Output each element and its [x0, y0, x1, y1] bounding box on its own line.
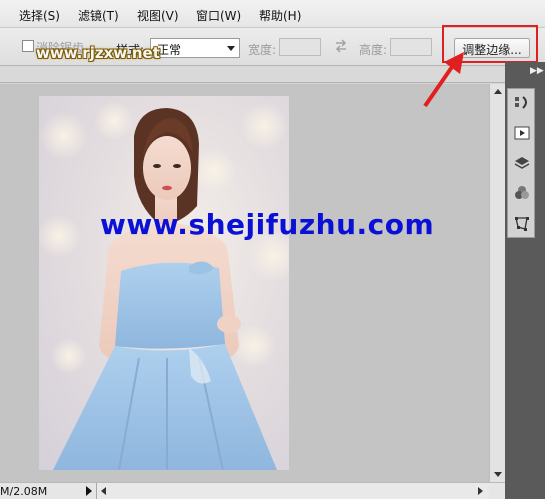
scroll-right-icon[interactable]: [478, 487, 483, 495]
width-field[interactable]: [279, 38, 321, 56]
document-size: M/2.08M: [0, 485, 48, 498]
menu-help[interactable]: 帮助(H): [259, 7, 301, 24]
style-select-value: 正常: [157, 43, 182, 57]
height-label: 高度:: [359, 43, 388, 57]
scroll-down-icon[interactable]: [494, 472, 502, 477]
status-bar: M/2.08M: [0, 482, 505, 499]
swap-icon[interactable]: [334, 38, 348, 54]
play-icon[interactable]: [513, 124, 531, 142]
menu-view[interactable]: 视图(V): [137, 7, 179, 24]
style-select[interactable]: 正常: [150, 38, 240, 58]
menu-filter[interactable]: 滤镜(T): [78, 7, 119, 24]
top-watermark: www.rjzxw.net: [36, 44, 160, 62]
photo: [39, 96, 289, 470]
horizontal-scrollbar[interactable]: [96, 483, 489, 499]
layers-icon[interactable]: [513, 154, 531, 172]
menu-window[interactable]: 窗口(W): [196, 7, 241, 24]
canvas-area[interactable]: [0, 84, 489, 482]
collapse-icon[interactable]: ▶▶: [530, 66, 544, 76]
vertical-scrollbar[interactable]: [489, 84, 505, 482]
paths-icon[interactable]: [513, 214, 531, 232]
scroll-left-icon[interactable]: [101, 487, 106, 495]
channels-icon[interactable]: [513, 184, 531, 202]
menu-bar: 选择(S) 滤镜(T) 视图(V) 窗口(W) 帮助(H): [0, 0, 545, 28]
center-watermark: www.shejifuzhu.com: [100, 208, 435, 241]
status-menu-icon[interactable]: [86, 486, 92, 496]
antialias-checkbox[interactable]: [22, 40, 34, 52]
chevron-down-icon: [227, 46, 235, 51]
history-icon[interactable]: [513, 94, 531, 112]
red-arrow-icon: [423, 52, 464, 108]
scroll-up-icon[interactable]: [494, 89, 502, 94]
portrait-image: [39, 101, 289, 470]
menu-select[interactable]: 选择(S): [19, 7, 60, 24]
width-label: 宽度:: [248, 43, 277, 57]
